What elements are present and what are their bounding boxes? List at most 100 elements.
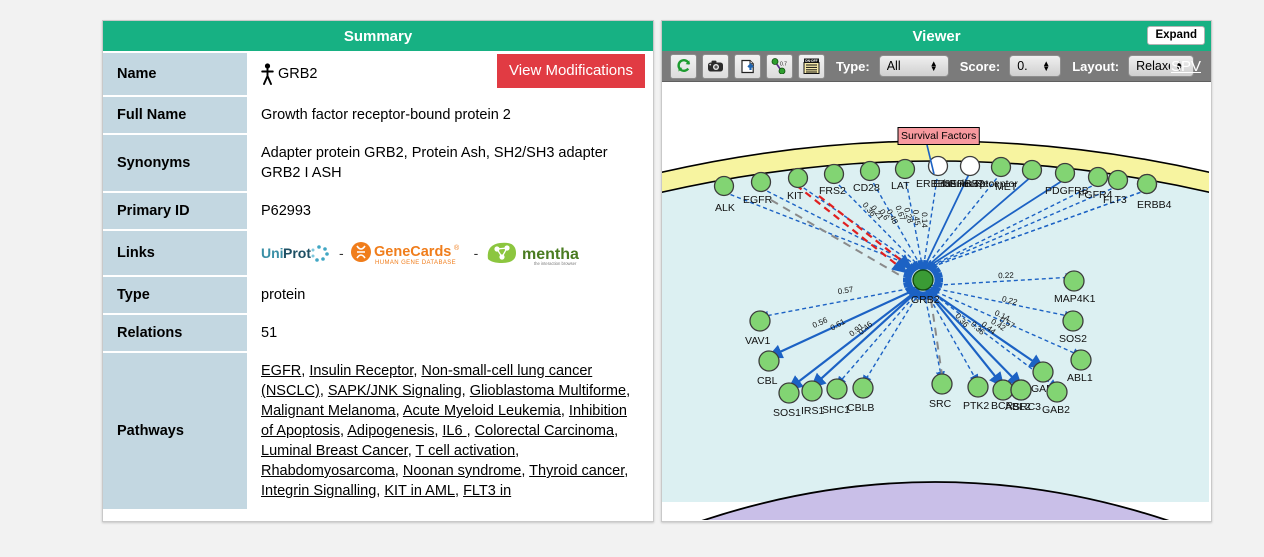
network-node[interactable] <box>1010 379 1032 401</box>
network-node[interactable] <box>826 378 848 400</box>
svg-text:0.7: 0.7 <box>780 62 787 68</box>
svg-text:Uni: Uni <box>261 245 284 261</box>
export-glyph <box>740 59 754 73</box>
network-node[interactable] <box>749 310 771 332</box>
network-node[interactable] <box>894 158 916 180</box>
pathway-link[interactable]: Adipogenesis <box>347 423 434 439</box>
network-node[interactable] <box>787 167 809 189</box>
link-separator: - <box>339 245 344 261</box>
pathway-link[interactable]: SAPK/JNK Signaling <box>328 383 462 399</box>
network-node-label: LAT <box>891 180 910 192</box>
pathway-link[interactable]: Rhabdomyosarcoma <box>261 463 395 479</box>
network-node[interactable] <box>1062 310 1084 332</box>
svg-text:HUMAN GENE DATABASE: HUMAN GENE DATABASE <box>375 260 456 266</box>
network-node-label: FRS2 <box>819 185 846 197</box>
network-node[interactable] <box>801 380 823 402</box>
table-row: Links Uni Prot - GeneCards ® HUMAN GENE … <box>103 231 653 275</box>
summary-body: Name GRB2 View Modifications Full Name G… <box>103 51 653 511</box>
edge-score-glyph: 0.7 <box>771 58 787 74</box>
network-node[interactable] <box>990 156 1012 178</box>
network-node[interactable] <box>823 163 845 185</box>
type-select[interactable]: All ▲ ▼ <box>878 55 949 77</box>
network-node[interactable] <box>1136 173 1158 195</box>
network-node[interactable] <box>959 155 981 177</box>
network-node-label: SRC3 <box>1013 401 1041 413</box>
network-node-label: IRS1 <box>801 405 825 417</box>
network-node[interactable] <box>992 379 1014 401</box>
network-node[interactable] <box>967 376 989 398</box>
pathway-link[interactable]: T cell activation <box>415 443 515 459</box>
viewer-panel: Viewer Expand 0.7 ON·OFF Type: All ▲ ▼ S… <box>661 20 1212 522</box>
network-node[interactable] <box>1070 349 1092 371</box>
network-canvas[interactable]: 0.57 0.56 0.61 0.91 0.46 0.36 0.36 0.44 0.42 0.22… <box>662 82 1211 520</box>
refresh-icon[interactable] <box>670 53 697 79</box>
row-label-synonyms: Synonyms <box>103 135 247 191</box>
network-node-label: MAP4K1 <box>1054 293 1096 305</box>
row-value-synonyms: Adapter protein GRB2, Protein Ash, SH2/S… <box>247 135 653 191</box>
edge-score-icon[interactable]: 0.7 <box>766 53 793 79</box>
mentha-logo[interactable]: mentha the interaction browser <box>484 239 581 267</box>
network-node[interactable] <box>778 382 800 404</box>
viewer-panel-header: Viewer Expand <box>662 21 1211 51</box>
table-row: Full Name Growth factor receptor-bound p… <box>103 97 653 133</box>
network-node[interactable] <box>859 160 881 182</box>
network-node[interactable] <box>750 171 772 193</box>
pathway-link[interactable]: IL6 <box>442 423 466 439</box>
network-node[interactable] <box>1063 270 1085 292</box>
pathway-link[interactable]: FLT3 in <box>463 483 511 499</box>
summary-panel: Summary Name GRB2 View Modifications Ful… <box>102 20 654 522</box>
refresh-glyph <box>676 59 690 72</box>
app-root: Summary Name GRB2 View Modifications Ful… <box>0 0 1264 557</box>
export-icon[interactable] <box>734 53 761 79</box>
network-node[interactable] <box>852 377 874 399</box>
pathway-link[interactable]: Integrin Signalling <box>261 483 376 499</box>
pathway-link[interactable]: Glioblastoma Multiforme <box>470 383 626 399</box>
hub-node-grb2[interactable] <box>912 269 934 291</box>
genecards-logo[interactable]: GeneCards ® HUMAN GENE DATABASE <box>350 240 468 266</box>
network-node[interactable] <box>1046 381 1068 403</box>
row-label-name: Name <box>103 53 247 95</box>
network-node[interactable] <box>1054 162 1076 184</box>
network-node[interactable] <box>758 350 780 372</box>
pathway-link[interactable]: Malignant Melanoma <box>261 403 396 419</box>
pathway-link[interactable]: Luminal Breast Cancer <box>261 443 408 459</box>
expand-button[interactable]: Expand <box>1147 26 1205 45</box>
row-value-full-name: Growth factor receptor-bound protein 2 <box>247 97 653 133</box>
layout-select-value: Relaxe <box>1136 59 1170 73</box>
score-select[interactable]: 0. ▲ ▼ <box>1009 55 1062 77</box>
viewer-title: Viewer <box>912 27 961 45</box>
network-node[interactable] <box>1021 159 1043 181</box>
spv-link[interactable]: SPV <box>1171 58 1201 75</box>
onoff-list-icon[interactable]: ON·OFF <box>798 53 825 79</box>
network-node[interactable] <box>1032 361 1054 383</box>
hub-node-label: GRB2 <box>911 294 940 306</box>
network-node-label: MET <box>995 181 1018 193</box>
row-value-links: Uni Prot - GeneCards ® HUMAN GENE DATABA… <box>247 231 653 275</box>
pathway-link[interactable]: EGFR <box>261 363 301 379</box>
pathway-link[interactable]: Acute Myeloid Leukemia <box>403 403 561 419</box>
pathway-link[interactable]: Insulin Receptor <box>309 363 413 379</box>
view-modifications-button[interactable]: View Modifications <box>497 54 645 88</box>
uniprot-logo[interactable]: Uni Prot <box>261 241 333 265</box>
table-row: Type protein <box>103 277 653 313</box>
chevron-updown-icon: ▲ ▼ <box>1042 59 1051 73</box>
pathway-link[interactable]: Colorectal Carcinoma <box>475 423 614 439</box>
type-select-value: All <box>886 59 901 73</box>
network-node-label: CBL <box>757 375 778 387</box>
links-row: Uni Prot - GeneCards ® HUMAN GENE DATABA… <box>261 239 643 267</box>
protein-name: GRB2 <box>278 66 318 82</box>
onoff-list-glyph: ON·OFF <box>803 58 820 74</box>
pathway-link[interactable]: Thyroid cancer <box>529 463 624 479</box>
network-node-label: ERBB2 <box>950 178 985 190</box>
network-node-label: SOS2 <box>1059 333 1087 345</box>
row-label-relations: Relations <box>103 315 247 351</box>
network-node-label: FLT3 <box>1103 194 1127 206</box>
network-node[interactable] <box>1087 166 1109 188</box>
pathway-link[interactable]: Noonan syndrome <box>403 463 522 479</box>
network-node[interactable] <box>931 373 953 395</box>
pathway-link[interactable]: KIT in AML <box>384 483 455 499</box>
network-node[interactable] <box>1107 169 1129 191</box>
camera-icon[interactable] <box>702 53 729 79</box>
row-value-primary-id: P62993 <box>247 193 653 229</box>
network-node[interactable] <box>713 175 735 197</box>
